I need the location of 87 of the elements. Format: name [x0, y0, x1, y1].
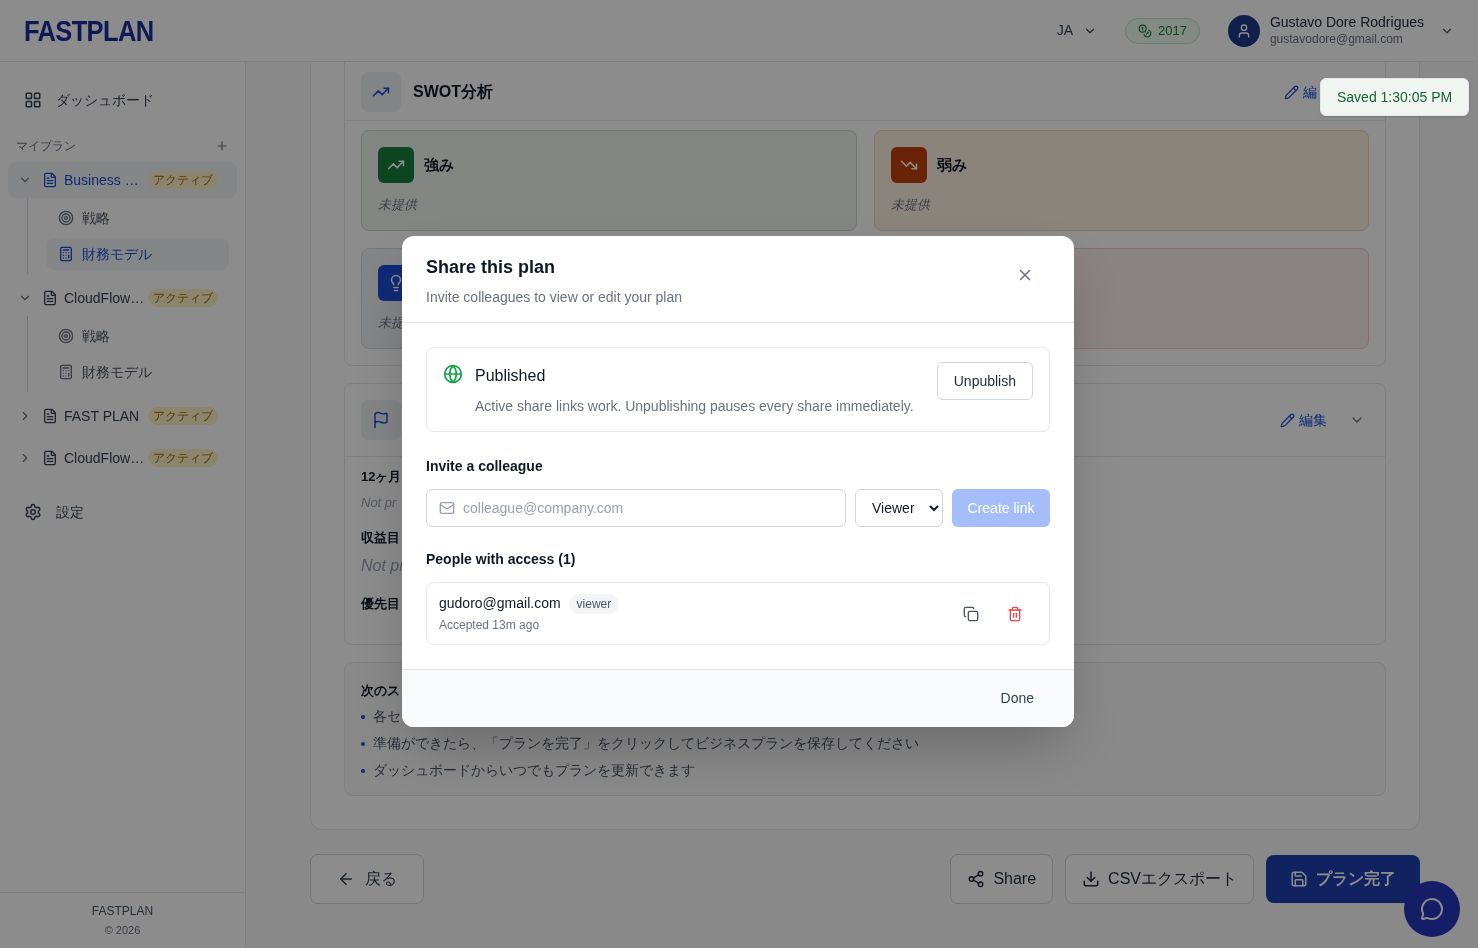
export-button[interactable]: CSVエクスポート [1065, 854, 1254, 904]
field-label: 収益目 [361, 529, 400, 547]
plan-subitem[interactable]: 戦略 [46, 202, 229, 234]
plan-name: Business … [64, 170, 140, 190]
step-text: 準備ができたら、「プランを完了」をクリックしてビジネスプランを保存してください [373, 734, 919, 753]
copy-icon[interactable] [963, 605, 979, 622]
person-email: gudoro@gmail.com [439, 594, 561, 613]
card-body: 未提供 [378, 196, 419, 214]
invite-label: Invite a colleague [426, 457, 544, 476]
field-label: 優先目 [361, 594, 400, 613]
bullet-icon [361, 768, 365, 773]
back-button[interactable]: 戻る [310, 854, 424, 904]
user-menu[interactable]: Gustavo Dore Rodrigues gustavodore@gmail.com [1227, 14, 1454, 47]
mail-icon [439, 500, 455, 516]
card-body: 未提供 [890, 196, 932, 214]
logo[interactable]: FASTPLAN [24, 8, 154, 53]
share-button[interactable]: Share [950, 854, 1054, 904]
save-icon [1290, 870, 1308, 888]
plan-item[interactable]: Business … アクティブ [8, 162, 237, 198]
calculator-icon [58, 246, 74, 262]
field-label: 12ヶ月 [361, 468, 402, 486]
plan-name: CloudFlow… [64, 448, 142, 468]
dashboard-icon [24, 91, 42, 109]
trend-icon [890, 147, 927, 183]
document-icon [42, 290, 58, 306]
step-text: 各セ [373, 707, 401, 726]
footer-brand: FASTPLAN [91, 903, 154, 921]
section-title: 次のス [361, 681, 400, 700]
plan-item[interactable]: FAST PLAN アクティブ [8, 398, 237, 434]
plan-item[interactable]: CloudFlow… アクティブ [8, 440, 237, 476]
dialog-subtitle: Invite colleagues to view or edit your plan [426, 288, 683, 307]
user-email: gustavodore@gmail.com [1269, 31, 1404, 47]
plan-item[interactable]: CloudFlow… アクティブ [8, 280, 237, 316]
document-icon [42, 450, 58, 466]
card-title: 強み [424, 154, 454, 175]
bullet-icon [361, 741, 365, 746]
edit-link[interactable]: 編 [1284, 81, 1317, 103]
chart-icon [361, 72, 401, 112]
document-icon [42, 408, 58, 424]
nav-item[interactable]: ダッシュボード [0, 86, 245, 114]
avatar [1227, 14, 1260, 47]
plan-subitem[interactable]: 財務モデル [46, 238, 229, 270]
edit-link[interactable]: 編集 [1280, 409, 1327, 431]
pencil-icon [1284, 84, 1299, 100]
trend-icon [378, 147, 414, 183]
status-description: Active share links work. Unpublishing pauses every share immediately. [475, 397, 914, 416]
status-badge: アクティブ [148, 171, 218, 189]
plan-subitem[interactable]: 財務モデル [46, 356, 229, 388]
plan-subitem[interactable]: 戦略 [46, 320, 229, 352]
status-badge: アクティブ [148, 449, 218, 467]
credits-badge: 2017 [1125, 17, 1200, 44]
download-icon [1082, 870, 1101, 888]
share-icon [967, 870, 986, 888]
language-selector[interactable]: JA [1056, 20, 1097, 41]
role-select[interactable]: Viewer [855, 489, 943, 527]
role-badge: viewer [568, 593, 620, 614]
status-badge: アクティブ [148, 289, 218, 307]
done-button[interactable]: Done [984, 680, 1050, 717]
user-name: Gustavo Dore Rodrigues [1269, 14, 1424, 32]
finish-button[interactable]: プラン完了 [1266, 855, 1420, 903]
card-title: 弱み [936, 154, 967, 175]
flag-icon [361, 400, 401, 440]
document-icon [42, 172, 58, 188]
target-icon [58, 210, 74, 226]
dialog-title: Share this plan [426, 256, 557, 279]
copyright: © 2026 [104, 923, 141, 939]
calculator-icon [58, 364, 74, 380]
people-label: People with access (1) [426, 550, 577, 569]
section-title: マイプラン [16, 138, 76, 155]
toast: Saved 1:30:05 PM [1320, 78, 1470, 116]
bullet-icon [361, 714, 365, 719]
target-icon [58, 328, 74, 344]
step-text: ダッシュボードからいつでもプランを更新できます [373, 761, 695, 780]
settings-icon [24, 503, 42, 521]
plan-name: FAST PLAN [64, 406, 141, 426]
delete-icon[interactable] [1007, 605, 1023, 622]
nav-item[interactable]: 設定 [0, 498, 245, 526]
chat-bubble-icon [1420, 897, 1444, 921]
status-title: Published [475, 366, 547, 386]
person-status: Accepted 13m ago [439, 617, 541, 634]
status-badge: アクティブ [148, 407, 218, 425]
add-icon[interactable] [215, 139, 229, 153]
plan-name: CloudFlow… [64, 288, 142, 308]
pencil-icon [1280, 412, 1295, 428]
section-title: SWOT分析 [413, 82, 493, 102]
coins-icon [1138, 23, 1152, 38]
unpublish-button[interactable]: Unpublish [936, 362, 1033, 400]
